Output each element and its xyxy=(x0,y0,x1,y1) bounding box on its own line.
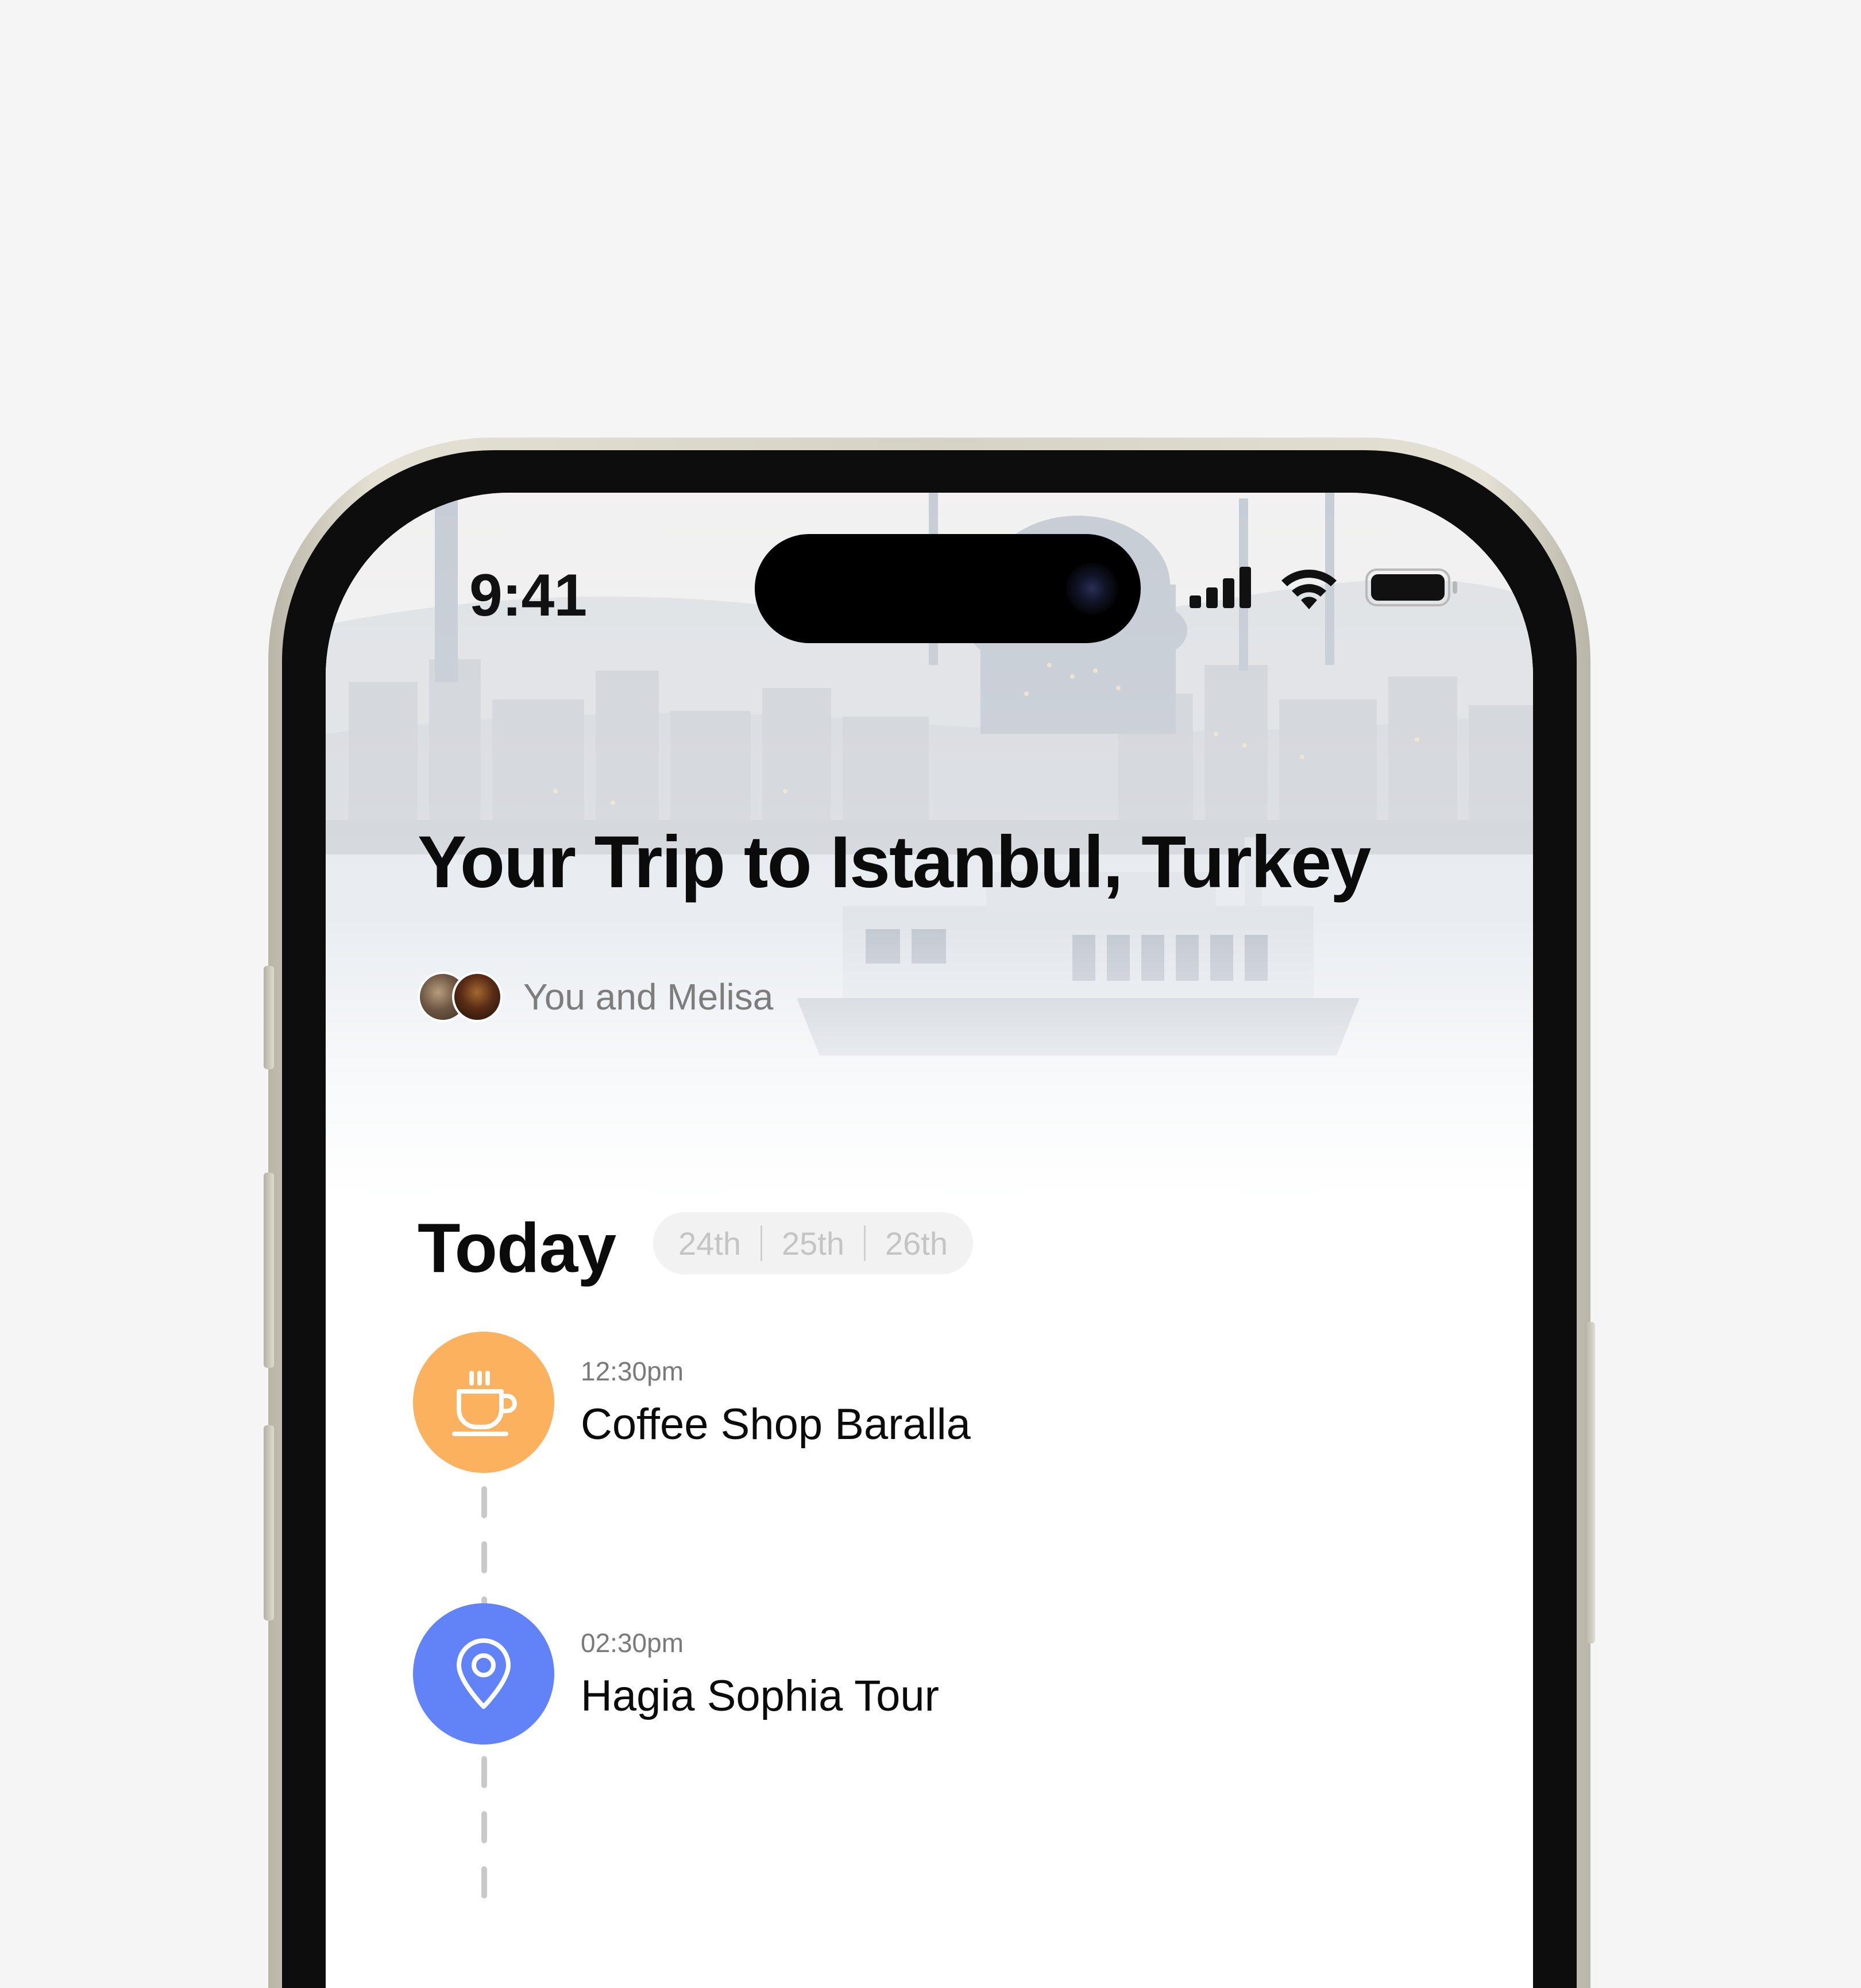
phone-frame: 9:41 Your Trip to Istanbul, Turkey You a… xyxy=(264,438,1595,1988)
battery-icon xyxy=(1365,568,1457,606)
volume-up-button xyxy=(264,1173,274,1368)
power-button xyxy=(1585,1322,1595,1643)
status-time: 9:41 xyxy=(469,562,587,629)
action-button xyxy=(264,966,274,1069)
trip-companions[interactable]: You and Melisa xyxy=(418,969,773,1024)
timeline-event-tour[interactable]: 02:30pm Hagia Sophia Tour xyxy=(413,1603,1504,1747)
phone-bezel: 9:41 Your Trip to Istanbul, Turkey You a… xyxy=(282,450,1577,1988)
schedule-heading: Today xyxy=(418,1209,616,1287)
status-icons xyxy=(1190,564,1458,610)
day-selector: 24th 25th 26th xyxy=(653,1212,973,1274)
day-divider xyxy=(760,1225,762,1261)
timeline-event-coffee[interactable]: 12:30pm Coffee Shop Baralla xyxy=(413,1332,1504,1475)
front-camera-icon xyxy=(1066,563,1118,614)
event-name: Coffee Shop Baralla xyxy=(581,1400,971,1449)
day-tab-25th[interactable]: 25th xyxy=(782,1225,844,1262)
avatar-melisa xyxy=(452,972,503,1022)
dynamic-island xyxy=(755,534,1141,643)
wifi-icon xyxy=(1281,569,1337,609)
day-divider xyxy=(864,1225,866,1261)
event-time: 02:30pm xyxy=(581,1628,684,1658)
event-name: Hagia Sophia Tour xyxy=(581,1672,939,1720)
app-screen: 9:41 Your Trip to Istanbul, Turkey You a… xyxy=(326,493,1533,1988)
coffee-cup-icon xyxy=(452,1371,517,1436)
day-tab-24th[interactable]: 24th xyxy=(678,1225,741,1262)
day-tab-26th[interactable]: 26th xyxy=(885,1225,948,1262)
trip-title: Your Trip to Istanbul, Turkey xyxy=(418,821,1371,903)
event-time: 12:30pm xyxy=(581,1356,684,1386)
cellular-signal-icon xyxy=(1190,567,1251,608)
event-icon-badge xyxy=(413,1603,554,1745)
map-pin-icon xyxy=(457,1638,511,1709)
event-icon-badge xyxy=(413,1332,554,1473)
volume-down-button xyxy=(264,1425,274,1620)
timeline-connector xyxy=(481,1756,487,1921)
companions-label: You and Melisa xyxy=(523,976,774,1018)
